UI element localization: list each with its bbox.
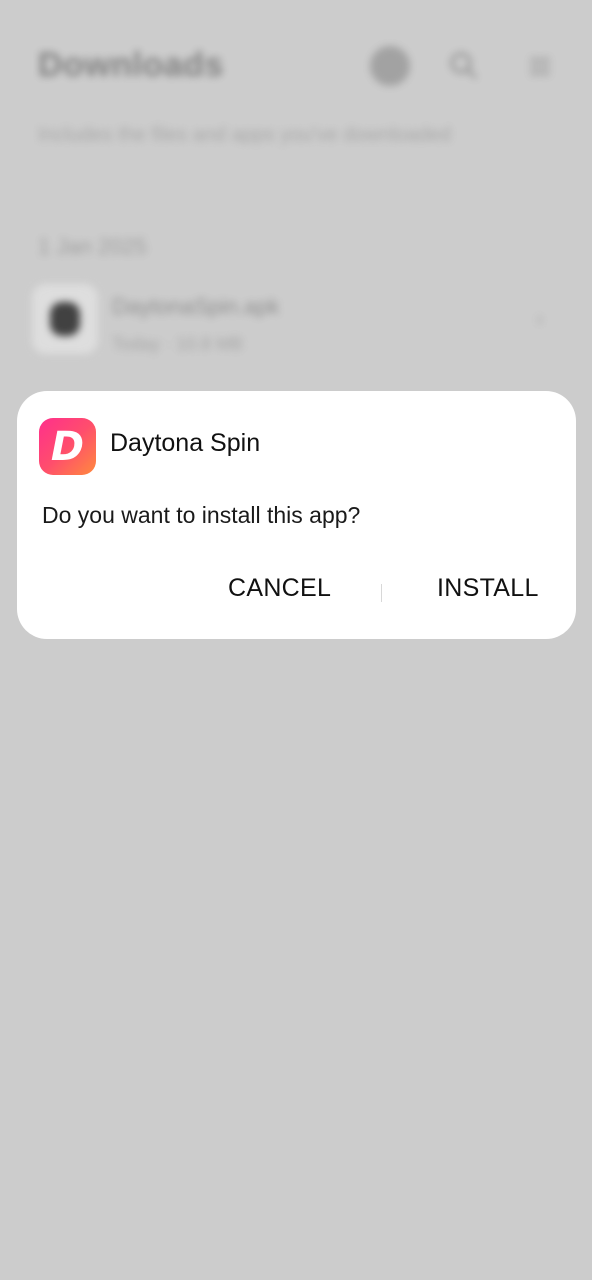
circle-icon	[370, 46, 410, 86]
background-page-title: Downloads	[38, 46, 224, 84]
install-dialog: D Daytona Spin Do you want to install th…	[17, 391, 576, 639]
file-name: DaytonaSpin.apk	[112, 294, 280, 319]
install-prompt-message: Do you want to install this app?	[42, 502, 361, 528]
install-button[interactable]: INSTALL	[437, 574, 539, 603]
background-downloads-screen: Downloads Includes the files and apps yo…	[0, 0, 592, 1280]
app-name: Daytona Spin	[110, 429, 261, 457]
background-subtitle: Includes the files and apps you've downl…	[38, 124, 451, 146]
chevron-right-icon: ›	[536, 306, 544, 331]
app-logo-letter: D	[50, 423, 85, 470]
search-icon	[444, 46, 484, 86]
cancel-button[interactable]: CANCEL	[228, 574, 331, 603]
button-divider	[381, 584, 382, 602]
more-vert-icon	[520, 46, 560, 86]
background-date-header: 1 Jan 2025	[38, 234, 147, 259]
file-thumbnail	[32, 284, 98, 354]
app-logo-icon: D	[39, 418, 96, 475]
file-meta: Today · 10.8 MB	[112, 334, 244, 354]
android-icon	[50, 302, 80, 336]
